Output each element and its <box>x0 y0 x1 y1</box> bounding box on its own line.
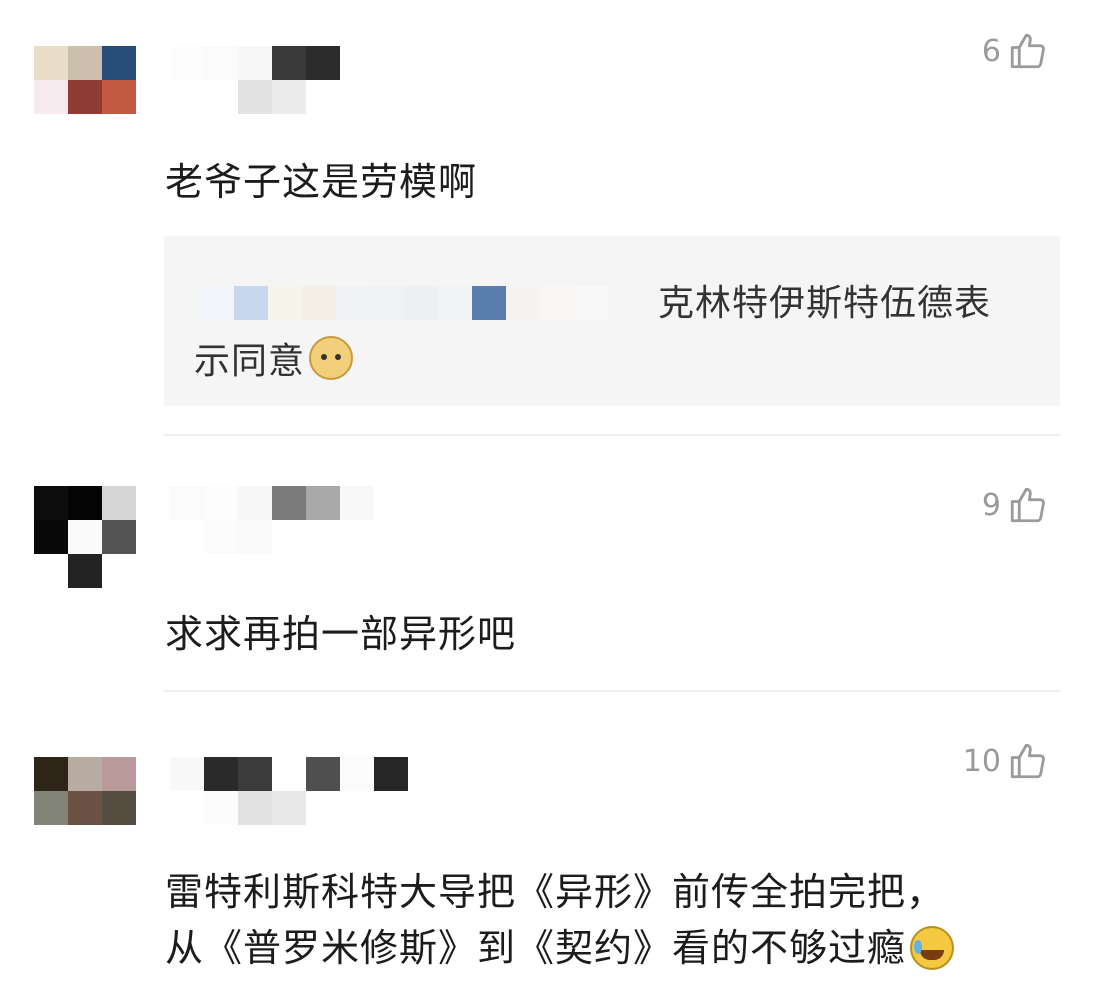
reply-text-line2: 示同意 <box>194 341 306 382</box>
like-button[interactable]: 9 <box>982 484 1049 526</box>
avatar[interactable] <box>34 757 136 859</box>
thumbs-up-icon <box>1010 33 1045 69</box>
comment-text-line2: 从《普罗米修斯》到《契约》看的不够过瘾 <box>165 920 955 976</box>
laugh-cry-emoji-icon <box>910 926 955 970</box>
reply-text-continued: 示同意 <box>194 332 354 384</box>
like-count: 6 <box>981 33 1001 69</box>
comment-text-line1: 雷特利斯科特大导把《异形》前传全拍完把， <box>165 870 946 914</box>
thumbs-up-icon <box>1010 487 1045 523</box>
comment-text: 求求再拍一部异形吧 <box>165 612 517 656</box>
thumbs-up-icon <box>1010 743 1045 779</box>
comment-text: 老爷子这是劳模啊 <box>165 160 478 204</box>
reply-text: 克林特伊斯特伍德表 <box>658 283 992 324</box>
comment-text-line2-content: 从《普罗米修斯》到《契约》看的不够过瘾 <box>165 926 907 970</box>
like-count: 9 <box>981 487 1001 523</box>
reply-preview[interactable]: 克林特伊斯特伍德表 示同意 <box>164 236 1060 406</box>
like-button[interactable]: 6 <box>982 30 1049 72</box>
username-pixelated[interactable] <box>170 757 410 827</box>
comment-item: 9 求求再拍一部异形吧 <box>0 440 1099 690</box>
avatar[interactable] <box>34 46 136 148</box>
comment-item: 6 老爷子这是劳模啊 克林特伊斯特伍德表 示同意 <box>0 0 1099 432</box>
comment-item: 10 雷特利斯科特大导把《异形》前传全拍完把， 从《普罗米修斯》到《契约》看的不… <box>0 710 1099 995</box>
username-pixelated[interactable] <box>170 46 410 116</box>
doge-emoji-icon <box>309 336 354 380</box>
divider <box>164 690 1060 692</box>
like-count: 10 <box>962 743 1001 779</box>
avatar[interactable] <box>34 486 136 588</box>
username-pixelated[interactable] <box>170 486 410 556</box>
reply-username-pixelated <box>200 286 640 320</box>
comment-text: 雷特利斯科特大导把《异形》前传全拍完把， 从《普罗米修斯》到《契约》看的不够过瘾 <box>165 864 955 976</box>
divider <box>164 434 1060 436</box>
like-button[interactable]: 10 <box>963 740 1049 782</box>
